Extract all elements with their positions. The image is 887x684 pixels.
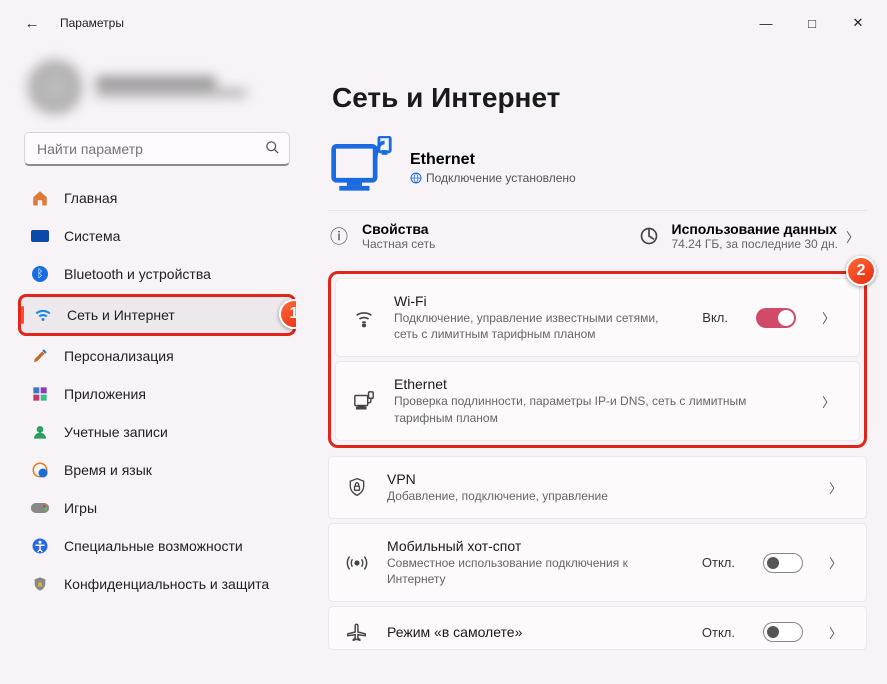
hotspot-toggle[interactable]: [763, 553, 803, 573]
maximize-button[interactable]: □: [789, 7, 835, 39]
minimize-button[interactable]: ―: [743, 7, 789, 39]
nav-label: Система: [64, 228, 120, 244]
profile-block[interactable]: [18, 54, 296, 132]
hotspot-card[interactable]: Мобильный хот-спот Совместное использова…: [328, 523, 867, 602]
nav-label: Учетные записи: [64, 424, 168, 440]
nav-label: Специальные возможности: [64, 538, 243, 554]
card-title: Режим «в самолете»: [387, 624, 684, 640]
connection-status: Ethernet Подключение установлено: [328, 136, 867, 200]
card-sub: Подключение, управление известными сетям…: [394, 310, 684, 342]
wifi-icon: [33, 305, 53, 325]
hotspot-icon: [345, 552, 369, 574]
airplane-icon: [345, 621, 369, 643]
nav-privacy[interactable]: Конфиденциальность и защита: [18, 566, 296, 602]
airplane-state: Откл.: [702, 625, 735, 640]
data-usage-block[interactable]: Использование данных 74.24 ГБ, за послед…: [638, 221, 838, 251]
chevron-right-icon[interactable]: 〉: [821, 623, 850, 642]
titlebar: ← Параметры ― □ ✕: [0, 0, 887, 46]
back-button[interactable]: ←: [16, 7, 48, 39]
window-title: Параметры: [60, 16, 124, 30]
sidebar: Главная Система ᛒ Bluetooth и устройства…: [0, 46, 308, 684]
nav-apps[interactable]: Приложения: [18, 376, 296, 412]
card-title: Ethernet: [394, 376, 796, 392]
accessibility-icon: [30, 536, 50, 556]
nav-bluetooth[interactable]: ᛒ Bluetooth и устройства: [18, 256, 296, 292]
card-title: Wi-Fi: [394, 293, 684, 309]
chevron-right-icon[interactable]: 〉: [821, 553, 850, 572]
nav-label: Конфиденциальность и защита: [64, 576, 269, 592]
close-button[interactable]: ✕: [835, 7, 881, 39]
shield-icon: [30, 574, 50, 594]
window-controls: ― □ ✕: [743, 7, 881, 39]
wifi-toggle[interactable]: [756, 308, 796, 328]
card-sub: Совместное использование подключения к И…: [387, 555, 684, 587]
page-title: Сеть и Интернет: [332, 82, 867, 114]
airplane-toggle[interactable]: [763, 622, 803, 642]
apps-icon: [30, 384, 50, 404]
vpn-lock-icon: [345, 476, 369, 498]
system-icon: [30, 226, 50, 246]
hotspot-state: Откл.: [702, 555, 735, 570]
annotation-badge-2: 2: [846, 256, 876, 286]
wifi-icon: [352, 307, 376, 329]
nav-label: Персонализация: [64, 348, 174, 364]
nav-label: Игры: [64, 500, 97, 516]
nav-list: Главная Система ᛒ Bluetooth и устройства…: [18, 180, 296, 602]
data-usage-icon: [638, 225, 660, 247]
brush-icon: [30, 346, 50, 366]
card-sub: Добавление, подключение, управление: [387, 488, 803, 504]
card-title: VPN: [387, 471, 803, 487]
nav-network[interactable]: Сеть и Интернет 1: [18, 294, 296, 336]
nav-label: Время и язык: [64, 462, 152, 478]
nav-home[interactable]: Главная: [18, 180, 296, 216]
ethernet-icon: [352, 390, 376, 412]
home-icon: [30, 188, 50, 208]
connection-sub: Подключение установлено: [410, 171, 576, 185]
wifi-card[interactable]: Wi-Fi Подключение, управление известными…: [335, 278, 860, 357]
nav-label: Главная: [64, 190, 117, 206]
properties-sub: Частная сеть: [362, 237, 435, 251]
gamepad-icon: [30, 498, 50, 518]
nav-label: Bluetooth и устройства: [64, 266, 211, 282]
profile-name: [96, 77, 216, 87]
ethernet-hero-icon: [328, 136, 394, 200]
info-icon: ⓘ: [328, 225, 350, 247]
wifi-state: Вкл.: [702, 310, 728, 325]
nav-time[interactable]: Время и язык: [18, 452, 296, 488]
chevron-right-icon[interactable]: 〉: [838, 227, 867, 246]
info-row: ⓘ Свойства Частная сеть Использование да…: [328, 210, 867, 265]
ethernet-card[interactable]: Ethernet Проверка подлинности, параметры…: [335, 361, 860, 440]
bluetooth-icon: ᛒ: [30, 264, 50, 284]
properties-block[interactable]: ⓘ Свойства Частная сеть: [328, 221, 435, 251]
annotation-badge-1: 1: [279, 299, 296, 329]
connection-name: Ethernet: [410, 151, 576, 169]
airplane-card[interactable]: Режим «в самолете» Откл. 〉: [328, 606, 867, 650]
chevron-right-icon[interactable]: 〉: [814, 308, 843, 327]
nav-gaming[interactable]: Игры: [18, 490, 296, 526]
search-box: [24, 132, 290, 166]
card-title: Мобильный хот-спот: [387, 538, 684, 554]
profile-email: [96, 89, 246, 97]
chevron-right-icon[interactable]: 〉: [814, 392, 843, 411]
chevron-right-icon[interactable]: 〉: [821, 478, 850, 497]
globe-icon: [410, 172, 422, 184]
card-sub: Проверка подлинности, параметры IP-и DNS…: [394, 393, 796, 425]
avatar: [28, 60, 82, 114]
search-icon: [265, 140, 280, 159]
vpn-card[interactable]: VPN Добавление, подключение, управление …: [328, 456, 867, 519]
properties-title: Свойства: [362, 221, 435, 237]
nav-accessibility[interactable]: Специальные возможности: [18, 528, 296, 564]
data-usage-title: Использование данных: [672, 221, 838, 237]
main-content: Сеть и Интернет Ethernet Подключение уст…: [308, 46, 887, 684]
search-input[interactable]: [24, 132, 290, 166]
data-usage-sub: 74.24 ГБ, за последние 30 дн.: [672, 237, 838, 251]
clock-globe-icon: [30, 460, 50, 480]
nav-label: Приложения: [64, 386, 146, 402]
account-icon: [30, 422, 50, 442]
nav-personalization[interactable]: Персонализация: [18, 338, 296, 374]
nav-label: Сеть и Интернет: [67, 307, 175, 323]
highlighted-section: 2 Wi-Fi Подключение, управление известны…: [328, 271, 867, 448]
nav-accounts[interactable]: Учетные записи: [18, 414, 296, 450]
nav-system[interactable]: Система: [18, 218, 296, 254]
